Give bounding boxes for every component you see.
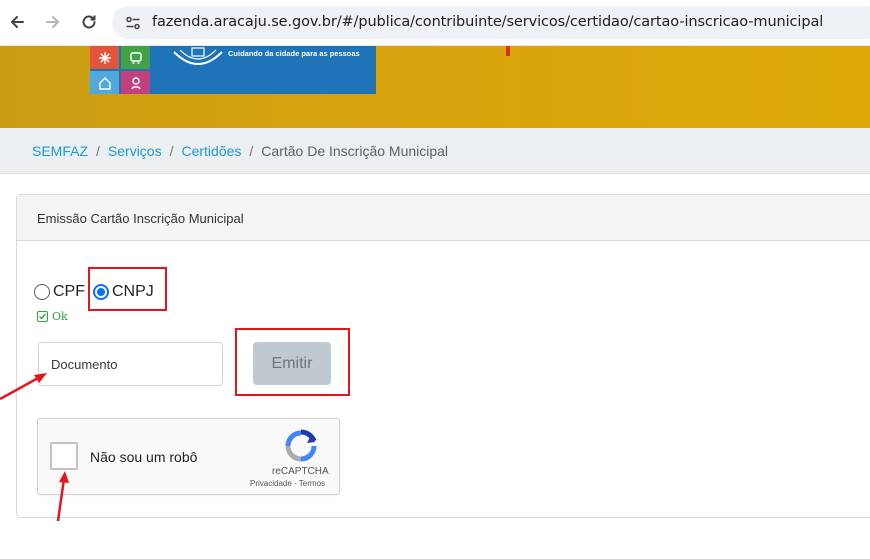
check-square-icon [37,311,48,322]
logo-tiles [90,46,152,94]
url-text[interactable]: fazenda.aracaju.se.gov.br/#/publica/cont… [152,14,823,30]
validation-status-text: Ok [52,310,68,323]
recaptcha-label: Não sou um robô [90,449,198,465]
header-banner: Cuidando da cidade para as pessoas [0,46,870,128]
reload-icon [82,15,96,29]
banner-marker [506,46,510,56]
breadcrumb-servicos[interactable]: Serviços [108,143,162,159]
browser-toolbar: fazenda.aracaju.se.gov.br/#/publica/cont… [0,0,870,46]
city-seal-icon [173,47,223,65]
emitir-button[interactable]: Emitir [253,342,331,385]
banner-slogan: Cuidando da cidade para as pessoas [228,49,360,58]
cnpj-radio-label[interactable]: CNPJ [112,283,154,301]
breadcrumb-separator: / [249,143,254,159]
breadcrumb-certidoes[interactable]: Certidões [181,143,241,159]
forward-button[interactable] [39,8,67,36]
bus-tile-icon [121,46,150,69]
document-type-radio-group: CPF CNPJ [34,281,154,303]
recaptcha-links: Privacidade - Termos [250,479,325,488]
tune-icon[interactable] [124,14,142,32]
back-button[interactable] [3,8,31,36]
recaptcha-logo-icon [285,429,317,462]
recaptcha-link-separator: - [294,479,297,488]
breadcrumb-separator: / [169,143,174,159]
snowflake-tile-icon [90,46,119,69]
cpf-radio-label[interactable]: CPF [53,283,85,301]
recaptcha-brand: reCAPTCHA [272,466,329,477]
breadcrumb-semfaz[interactable]: SEMFAZ [32,143,88,159]
house-tile-icon [90,71,119,94]
breadcrumb-current: Cartão De Inscrição Municipal [261,143,449,159]
breadcrumb: SEMFAZ / Serviços / Certidões / Cartão De Insc… [0,128,870,174]
validation-status: Ok [37,310,68,323]
recaptcha-widget: Não sou um robô reCAPTCHA Privacidade - … [37,418,340,495]
document-input[interactable] [38,342,223,386]
recaptcha-checkbox[interactable] [50,442,78,470]
card-header: Emissão Cartão Inscrição Municipal [17,195,870,241]
reload-button[interactable] [75,8,103,36]
recaptcha-privacy-link[interactable]: Privacidade [250,479,292,488]
card-title: Emissão Cartão Inscrição Municipal [37,211,244,226]
arrow-right-icon [46,16,59,28]
cpf-radio[interactable] [34,284,50,300]
arrow-left-icon [11,16,24,28]
address-bar[interactable]: fazenda.aracaju.se.gov.br/#/publica/cont… [112,6,870,39]
recaptcha-terms-link[interactable]: Termos [299,479,325,488]
heart-hand-tile-icon [121,71,150,94]
breadcrumb-separator: / [96,143,100,159]
cnpj-radio[interactable] [93,284,109,300]
